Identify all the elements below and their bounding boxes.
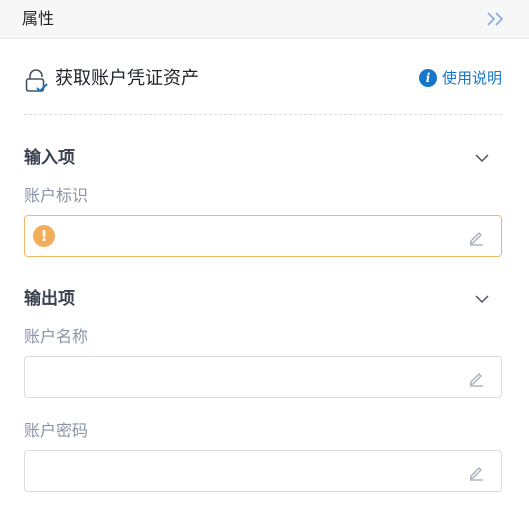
account-id-field[interactable]: ! [24,215,502,257]
account-password-field[interactable] [24,450,502,492]
edit-icon[interactable] [467,228,485,246]
usage-help-label: 使用说明 [441,69,502,87]
account-password-label: 账户密码 [24,421,89,440]
inputs-section-title: 输入项 [24,148,75,168]
component-title: 获取账户凭证资产 [55,68,199,89]
component-title-row: 获取账户凭证资产 i 使用说明 [24,64,504,94]
lock-check-icon [25,69,48,93]
info-icon: i [418,69,437,87]
properties-panel: 属性 获取账户凭证资产 i 使用说明 输入项 账户标识 ! 输出项 账户名称 账… [0,0,529,518]
panel-header: 属性 [0,0,529,39]
warning-icon: ! [33,225,55,247]
account-id-label: 账户标识 [24,186,89,205]
double-chevron-right-icon [487,12,504,26]
chevron-down-icon [475,154,489,163]
account-name-field[interactable] [24,356,502,398]
outputs-section-header[interactable]: 输出项 [24,287,502,311]
edit-icon[interactable] [467,369,485,387]
collapse-panel-button[interactable] [485,9,507,29]
section-divider [24,114,502,115]
panel-title: 属性 [22,9,55,28]
account-name-label: 账户名称 [24,327,89,346]
chevron-down-icon [475,295,489,304]
inputs-section-header[interactable]: 输入项 [24,146,502,170]
outputs-section-title: 输出项 [24,289,75,309]
usage-help-link[interactable]: i 使用说明 [418,68,502,88]
edit-icon[interactable] [467,463,485,481]
